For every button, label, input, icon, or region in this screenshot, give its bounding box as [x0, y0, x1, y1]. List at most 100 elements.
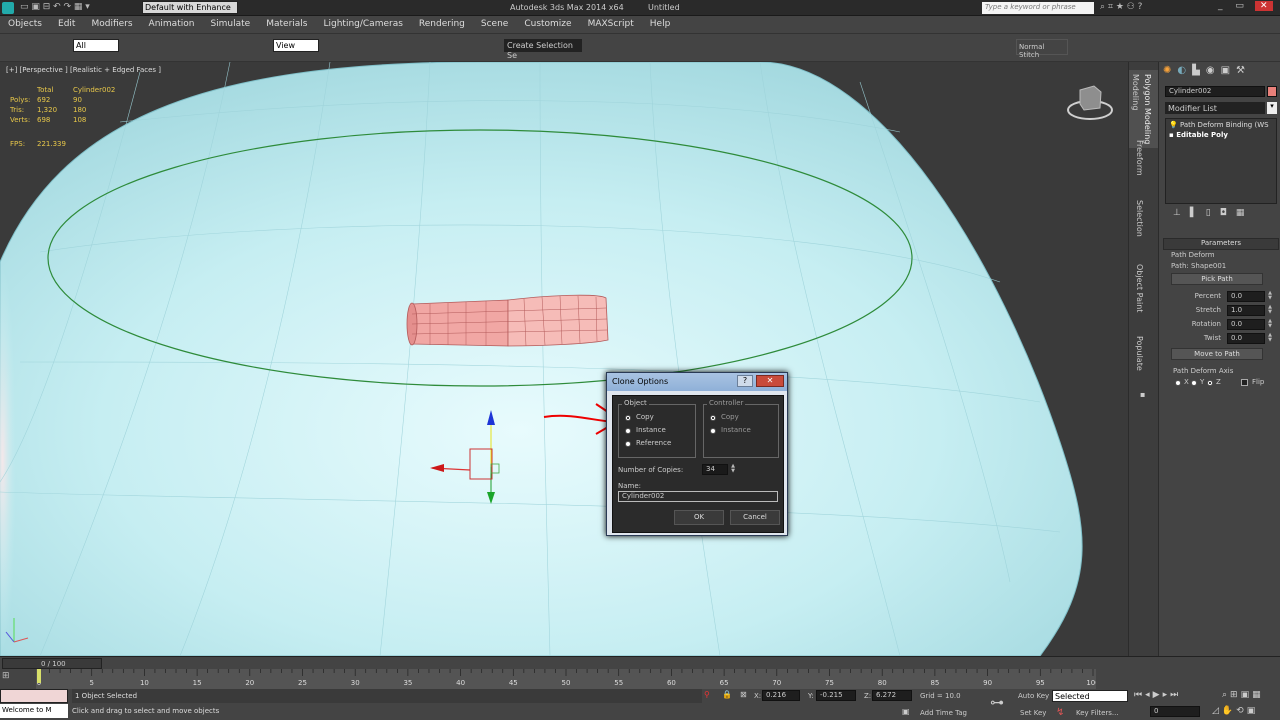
quick-access-icons[interactable]: ▭ ▣ ⊟ ↶ ↷ ▦ ▾ [20, 2, 90, 12]
param-rotation-field[interactable]: 0.0 [1227, 319, 1265, 330]
isolate-icon[interactable]: ⚲ [704, 690, 710, 699]
menu-customize[interactable]: Customize [516, 16, 579, 34]
copies-input[interactable]: 34 [702, 464, 728, 475]
tab-freeform[interactable]: Freeform [1135, 140, 1144, 176]
create-tab-icon[interactable]: ✺ [1163, 65, 1177, 76]
time-slider[interactable]: 0 / 100 [2, 658, 102, 669]
add-time-tag-button[interactable]: Add Time Tag [920, 709, 967, 717]
menu-scene[interactable]: Scene [473, 16, 516, 34]
parameters-rollout-header[interactable]: Parameters [1163, 238, 1279, 250]
zoom-extents-icon[interactable]: ▣ [1241, 690, 1253, 700]
axis-y-radio[interactable] [1191, 380, 1197, 386]
configure-sets-icon[interactable]: ▦ [1236, 208, 1254, 218]
key-mode-dropdown[interactable]: Selected [1052, 690, 1128, 702]
named-selection-dropdown[interactable]: Create Selection Se [504, 39, 582, 60]
maxscript-listener-mini[interactable] [0, 689, 68, 703]
set-key-big-icon[interactable]: ⊶ [990, 695, 1004, 711]
param-percent-field[interactable]: 0.0 [1227, 291, 1265, 302]
object-name-field[interactable]: Cylinder002 [1165, 86, 1265, 97]
current-frame-field[interactable]: 0 [1150, 706, 1200, 717]
param-twist-field[interactable]: 0.0 [1227, 333, 1265, 344]
menu-materials[interactable]: Materials [258, 16, 315, 34]
absolute-mode-icon[interactable]: ⊠ [740, 690, 747, 699]
zoom-icon[interactable]: ⌕ [1222, 690, 1230, 700]
zoom-all-icon[interactable]: ⊞ [1230, 690, 1241, 700]
param-twist-spinner[interactable]: ▲ ▼ [1267, 333, 1273, 344]
maxscript-input[interactable]: Welcome to M [0, 704, 68, 718]
object-color-swatch[interactable] [1267, 86, 1277, 97]
command-panel-tabs[interactable]: ✺◐▙◉▣⚒ [1163, 65, 1251, 76]
stack-controls[interactable]: ⊥▌▯◘▦ [1165, 208, 1277, 222]
normal-stitch-button[interactable]: Normal Stitch [1016, 39, 1068, 59]
menu-rendering[interactable]: Rendering [411, 16, 473, 34]
utilities-tab-icon[interactable]: ⚒ [1236, 65, 1251, 76]
menu-simulate[interactable]: Simulate [202, 16, 258, 34]
stack-item-editable-poly[interactable]: ▪ Editable Poly [1169, 131, 1228, 139]
help-icon[interactable]: ? [737, 375, 753, 387]
cancel-button[interactable]: Cancel [730, 510, 780, 525]
modifier-list-arrow[interactable]: ▾ [1267, 102, 1277, 114]
key-filters-button[interactable]: Key Filters... [1076, 709, 1119, 717]
previous-frame-icon[interactable]: ◂ [1145, 690, 1153, 700]
modifier-list-dropdown[interactable]: Modifier List [1165, 102, 1265, 114]
orbit-icon[interactable]: ⟲ [1236, 706, 1247, 716]
key-curve-icon[interactable]: ↯ [1056, 707, 1064, 718]
flip-checkbox[interactable] [1241, 379, 1248, 386]
modify-tab-icon[interactable]: ◐ [1177, 65, 1192, 76]
make-unique-icon[interactable]: ▯ [1206, 208, 1220, 218]
display-tab-icon[interactable]: ▣ [1221, 65, 1236, 76]
menu-modifiers[interactable]: Modifiers [83, 16, 140, 34]
help-icons[interactable]: ⌕ ⌗ ★ ⚇ ? [1100, 2, 1142, 12]
x-coord-field[interactable]: 0.216 [762, 690, 800, 701]
time-tag-icon[interactable]: ▣ [902, 707, 910, 716]
tab-selection[interactable]: Selection [1135, 200, 1144, 237]
controller-copy-radio[interactable] [710, 415, 716, 421]
param-percent-spinner[interactable]: ▲ ▼ [1267, 291, 1273, 302]
param-rotation-spinner[interactable]: ▲ ▼ [1267, 319, 1273, 330]
selection-filter-dropdown[interactable]: All [73, 39, 119, 52]
pan-icon[interactable]: ✋ [1222, 706, 1236, 716]
auto-key-button[interactable]: Auto Key [1018, 692, 1049, 700]
menu-lighting-cameras[interactable]: Lighting/Cameras [315, 16, 410, 34]
stack-item-path-deform[interactable]: 💡 Path Deform Binding (WS [1169, 121, 1269, 129]
param-stretch-spinner[interactable]: ▲ ▼ [1267, 305, 1273, 316]
object-copy-radio[interactable] [625, 415, 631, 421]
tab-modeling[interactable]: Modeling [1131, 74, 1140, 110]
perspective-viewport[interactable]: [+] [Perspective ] [Realistic + Edged Fa… [0, 62, 1128, 656]
menu-objects[interactable]: Objects [0, 16, 50, 34]
go-to-start-icon[interactable]: ⏮ [1134, 690, 1145, 700]
workspace-dropdown[interactable]: Default with Enhance ▾ [142, 1, 238, 22]
controller-instance-radio[interactable] [710, 428, 716, 434]
move-to-path-button[interactable]: Move to Path [1171, 348, 1263, 360]
show-end-result-icon[interactable]: ▌ [1190, 208, 1206, 218]
current-frame-marker[interactable] [37, 669, 41, 683]
copies-spinner[interactable]: ▲ ▼ [730, 464, 736, 475]
remove-modifier-icon[interactable]: ◘ [1220, 208, 1236, 218]
motion-tab-icon[interactable]: ◉ [1206, 65, 1221, 76]
param-stretch-field[interactable]: 1.0 [1227, 305, 1265, 316]
menu-animation[interactable]: Animation [141, 16, 203, 34]
go-to-end-icon[interactable]: ⏭ [1170, 690, 1181, 700]
close-icon[interactable]: ✕ [1254, 1, 1273, 11]
ribbon-pin-icon[interactable]: ▪ [1140, 390, 1145, 399]
maximize-viewport-icon[interactable]: ▣ [1247, 706, 1259, 716]
app-logo-icon[interactable] [2, 2, 14, 14]
tab-populate[interactable]: Populate [1135, 336, 1144, 371]
fov-icon[interactable]: ◿ [1212, 706, 1222, 716]
next-frame-icon[interactable]: ▸ [1163, 690, 1171, 700]
pick-path-button[interactable]: Pick Path [1171, 273, 1263, 285]
minimize-icon[interactable]: _ [1218, 1, 1223, 11]
tab-object-paint[interactable]: Object Paint [1135, 264, 1144, 312]
close-icon[interactable]: ✕ [756, 375, 784, 387]
menu-help[interactable]: Help [642, 16, 679, 34]
help-search-input[interactable]: Type a keyword or phrase [982, 2, 1094, 14]
axis-z-radio[interactable] [1207, 380, 1213, 386]
zoom-extents-all-icon[interactable]: ▦ [1252, 690, 1264, 700]
maximize-icon[interactable]: ▭ [1235, 1, 1244, 11]
viewport-label[interactable]: [+] [Perspective ] [Realistic + Edged Fa… [6, 66, 161, 74]
object-instance-radio[interactable] [625, 428, 631, 434]
playback-controls[interactable]: ⏮◂▶▸⏭ [1134, 690, 1181, 700]
set-key-button[interactable]: Set Key [1020, 709, 1046, 717]
menu-maxscript[interactable]: MAXScript [580, 16, 642, 34]
object-reference-radio[interactable] [625, 441, 631, 447]
